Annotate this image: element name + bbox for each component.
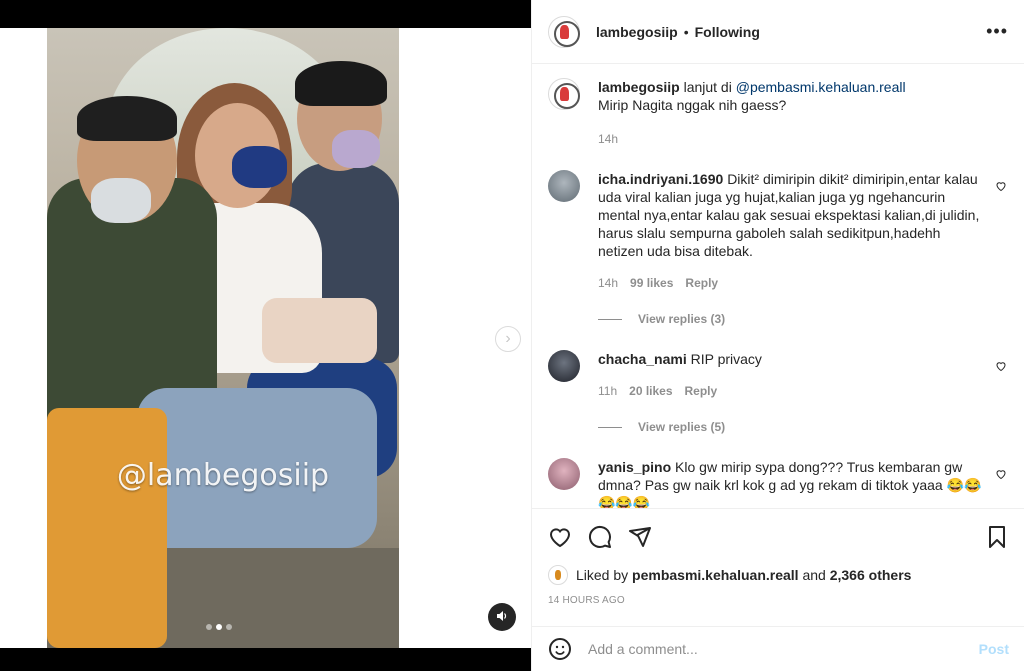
chevron-right-icon: › xyxy=(505,330,511,347)
comment: chacha_nami RIP privacy 11h 20 likes Rep… xyxy=(548,350,1009,400)
more-horizontal-icon[interactable]: ••• xyxy=(986,21,1008,42)
emoji-icon[interactable] xyxy=(548,637,572,661)
comment-body: yanis_pino Klo gw mirip sypa dong??? Tru… xyxy=(598,458,1009,508)
comments-list[interactable]: lambegosiip lanjut di @pembasmi.kehaluan… xyxy=(532,64,1024,508)
liked-by-and: and xyxy=(802,567,826,583)
comment: yanis_pino Klo gw mirip sypa dong??? Tru… xyxy=(548,458,1009,508)
person-middle-mask xyxy=(232,146,287,188)
header-username[interactable]: lambegosiip xyxy=(596,24,678,40)
comment-bubble-icon[interactable] xyxy=(588,525,612,549)
speaker-icon xyxy=(497,611,507,621)
person-left-mask xyxy=(91,178,151,223)
view-replies-label: View replies (5) xyxy=(638,420,726,434)
caption-mention[interactable]: @pembasmi.kehaluan.reall xyxy=(736,79,906,95)
avatar[interactable] xyxy=(548,170,580,202)
like-heart-icon[interactable] xyxy=(548,525,572,549)
comment-username[interactable]: chacha_nami xyxy=(598,351,687,367)
comment-time[interactable]: 14h xyxy=(598,274,618,292)
avatar[interactable] xyxy=(548,458,580,490)
share-send-icon[interactable] xyxy=(628,525,652,549)
view-replies-button[interactable]: View replies (3) xyxy=(598,312,1009,326)
avatar[interactable] xyxy=(548,78,580,110)
carousel-dot xyxy=(206,624,212,630)
replies-divider xyxy=(598,318,622,320)
post-photo[interactable]: @lambegosiip xyxy=(47,28,399,648)
post-timestamp[interactable]: 14 HOURS AGO xyxy=(548,595,1009,606)
view-replies-button[interactable]: View replies (5) xyxy=(598,420,1009,434)
comment-body: chacha_nami RIP privacy 11h 20 likes Rep… xyxy=(598,350,1009,400)
post-actions: Liked by pembasmi.kehaluan.reall and 2,3… xyxy=(532,508,1024,606)
bookmark-icon[interactable] xyxy=(985,525,1009,549)
liked-by-others[interactable]: 2,366 others xyxy=(830,567,912,583)
avatar[interactable] xyxy=(548,350,580,382)
reply-button[interactable]: Reply xyxy=(685,382,718,400)
comment-username[interactable]: yanis_pino xyxy=(598,459,671,475)
comment-time[interactable]: 11h xyxy=(598,382,617,400)
photo-watermark: @lambegosiip xyxy=(116,458,330,493)
media-viewer: @lambegosiip › xyxy=(0,0,531,671)
caption-username[interactable]: lambegosiip xyxy=(598,79,680,95)
avatar[interactable] xyxy=(548,15,580,48)
comment-input[interactable] xyxy=(588,641,979,657)
caption-body: lambegosiip lanjut di @pembasmi.kehaluan… xyxy=(598,78,1009,148)
person-right-hair xyxy=(295,61,387,106)
caption: lambegosiip lanjut di @pembasmi.kehaluan… xyxy=(548,78,1009,148)
comment-body: icha.indriyani.1690 Dikit² dimiripin dik… xyxy=(598,170,1009,292)
post-side-panel: lambegosiip • Following ••• lambegosiip … xyxy=(531,0,1024,671)
sound-toggle-button[interactable] xyxy=(488,603,516,631)
caption-text: Mirip Nagita nggak nih gaess? xyxy=(598,97,787,113)
likes-summary: Liked by pembasmi.kehaluan.reall and 2,3… xyxy=(548,565,1009,585)
carousel-next-button[interactable]: › xyxy=(495,326,521,352)
post-header: lambegosiip • Following ••• xyxy=(532,0,1024,64)
caption-prefix: lanjut di xyxy=(683,79,732,95)
reply-button[interactable]: Reply xyxy=(685,274,718,292)
action-icons xyxy=(548,519,1009,555)
add-comment-bar: Post xyxy=(532,626,1024,671)
comment-username[interactable]: icha.indriyani.1690 xyxy=(598,171,723,187)
liked-by-prefix: Liked by xyxy=(576,567,629,583)
comment: icha.indriyani.1690 Dikit² dimiripin dik… xyxy=(548,170,1009,292)
following-button[interactable]: Following xyxy=(695,24,760,40)
comment-likes[interactable]: 99 likes xyxy=(630,274,673,292)
separator-dot: • xyxy=(683,23,689,40)
carousel-dots xyxy=(206,624,232,630)
person-right-mask xyxy=(332,130,380,168)
heart-icon[interactable] xyxy=(995,360,1007,375)
comment-likes[interactable]: 20 likes xyxy=(629,382,672,400)
carousel-dot xyxy=(226,624,232,630)
heart-icon[interactable] xyxy=(995,468,1007,483)
caption-time[interactable]: 14h xyxy=(598,130,618,148)
comment-text: RIP privacy xyxy=(690,351,762,367)
view-replies-label: View replies (3) xyxy=(638,312,726,326)
person-left-hair xyxy=(77,96,177,141)
replies-divider xyxy=(598,426,622,428)
post-comment-button[interactable]: Post xyxy=(979,641,1009,657)
heart-icon[interactable] xyxy=(995,180,1007,195)
handbag xyxy=(262,298,377,363)
liked-by-user[interactable]: pembasmi.kehaluan.reall xyxy=(632,567,799,583)
carousel-dot-active xyxy=(216,624,222,630)
liker-avatar[interactable] xyxy=(548,565,568,585)
suitcase xyxy=(47,408,167,648)
